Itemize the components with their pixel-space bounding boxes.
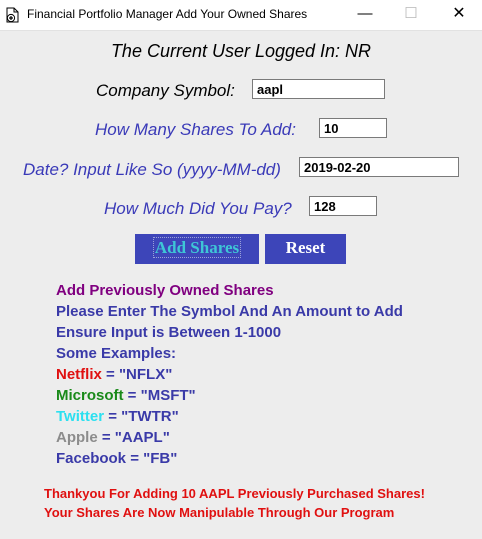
example-microsoft: Microsoft = "MSFT" [56,387,196,404]
logged-in-user-label: The Current User Logged In: NR [110,41,372,61]
minimize-button[interactable]: — [342,0,388,30]
example-name: Twitter [56,408,105,425]
document-plus-icon [6,7,19,23]
info-heading: Add Previously Owned Shares [56,282,274,299]
example-symbol: = "MSFT" [123,387,196,404]
window-title: Financial Portfolio Manager Add Your Own… [27,7,308,21]
purchase-date-label: Date? Input Like So (yyyy-MM-dd) [23,160,281,179]
example-netflix: Netflix = "NFLX" [56,366,172,383]
shares-amount-input[interactable] [319,118,387,138]
success-message-line1: Thankyou For Adding 10 AAPL Previously P… [44,486,425,501]
add-shares-button-label: Add Shares [152,237,242,258]
example-symbol: = "TWTR" [104,408,179,425]
example-symbol: = "FB" [126,450,178,467]
purchase-date-input[interactable] [299,157,459,177]
example-facebook: Facebook = "FB" [56,450,177,467]
example-symbol: = "AAPL" [97,429,170,446]
example-name: Facebook [56,450,127,467]
success-message-line2: Your Shares Are Now Manipulable Through … [44,505,395,520]
shares-amount-label: How Many Shares To Add: [95,120,296,139]
reset-button[interactable]: Reset [265,234,346,264]
close-button[interactable]: ✕ [436,0,482,30]
add-shares-button[interactable]: Add Shares [135,234,259,264]
company-symbol-label: Company Symbol: [96,81,235,100]
example-name: Netflix [56,366,102,383]
example-apple: Apple = "AAPL" [56,429,170,446]
example-twitter: Twitter = "TWTR" [56,408,179,425]
example-name: Microsoft [56,387,124,404]
maximize-button[interactable]: ☐ [388,0,434,30]
info-range-note: Ensure Input is Between 1-1000 [56,324,282,341]
example-name: Apple [56,429,98,446]
title-bar: Financial Portfolio Manager Add Your Own… [0,0,482,31]
info-instruction: Please Enter The Symbol And An Amount to… [56,303,403,320]
price-paid-label: How Much Did You Pay? [104,199,292,218]
company-symbol-input[interactable] [252,79,385,99]
example-symbol: = "NFLX" [101,366,173,383]
price-paid-input[interactable] [309,196,377,216]
info-examples-label: Some Examples: [56,345,177,362]
